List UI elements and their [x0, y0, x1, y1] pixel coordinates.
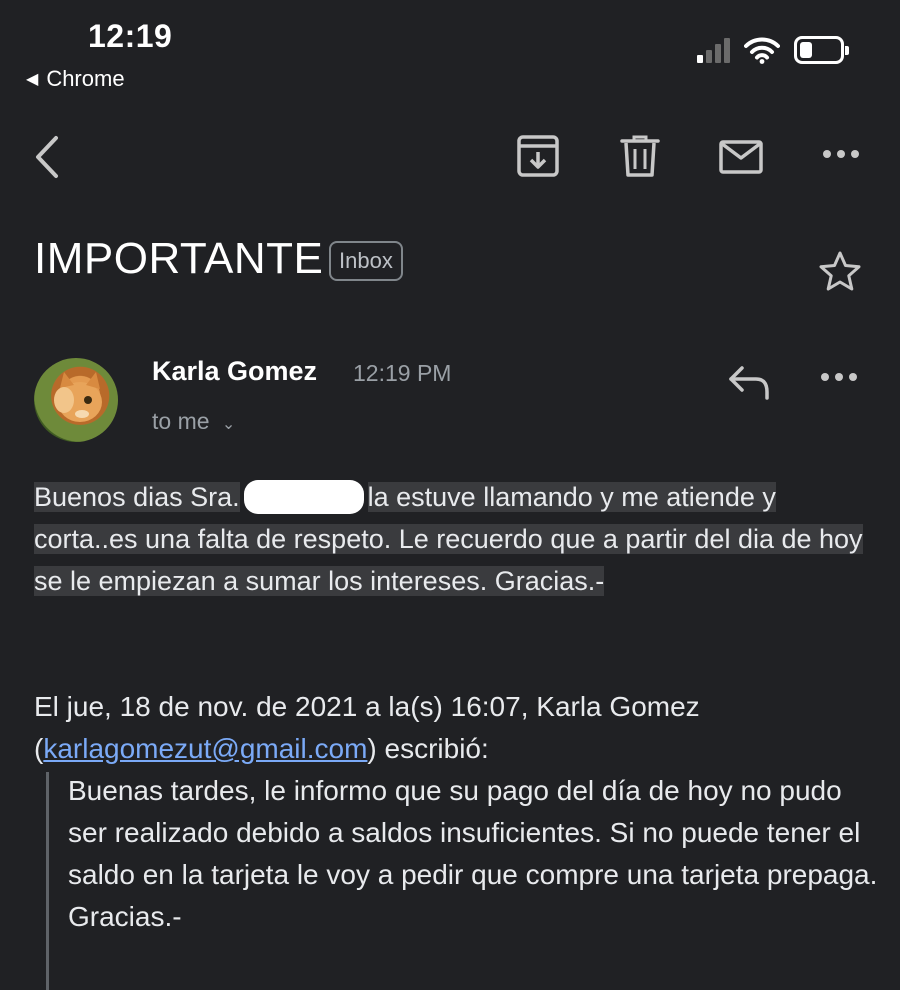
wifi-icon — [744, 37, 780, 64]
reply-button[interactable] — [726, 362, 772, 407]
battery-icon — [794, 36, 849, 64]
back-triangle-icon: ◀ — [26, 71, 39, 88]
trash-icon — [620, 135, 660, 177]
sender-name[interactable]: Karla Gomez — [152, 356, 317, 387]
mark-unread-button[interactable] — [718, 134, 764, 178]
reply-icon — [729, 366, 769, 400]
inbox-label-badge[interactable]: Inbox — [329, 241, 403, 281]
email-subject: IMPORTANTE — [34, 234, 324, 283]
back-to-app-link[interactable]: ◀ Chrome — [26, 66, 125, 92]
sender-avatar[interactable] — [34, 358, 118, 442]
status-indicators — [697, 36, 849, 64]
message-more-button[interactable] — [820, 370, 858, 388]
quote-header: El jue, 18 de nov. de 2021 a la(s) 16:07… — [34, 686, 874, 770]
email-body: Buenos dias Sra. la estuve llamando y me … — [34, 476, 874, 602]
quote-divider — [46, 772, 49, 990]
chevron-down-icon: ⌄ — [221, 416, 236, 433]
recipient-label: to me — [152, 408, 210, 434]
avatar-cat-image — [54, 372, 102, 422]
back-button[interactable] — [22, 132, 72, 182]
more-horizontal-icon — [823, 150, 859, 158]
more-options-button[interactable] — [822, 148, 860, 160]
chevron-left-icon — [36, 136, 58, 178]
delete-button[interactable] — [620, 134, 660, 178]
archive-icon — [517, 135, 559, 177]
more-horizontal-icon — [821, 373, 857, 381]
star-button[interactable] — [818, 250, 862, 297]
back-app-label: Chrome — [46, 66, 125, 91]
cellular-signal-icon — [697, 37, 730, 63]
email-time: 12:19 PM — [353, 360, 452, 386]
body-greeting: Buenos dias Sra. — [34, 482, 240, 512]
recipient-details-toggle[interactable]: to me ⌄ — [152, 408, 235, 435]
quoted-message: Buenas tardes, le informo que su pago de… — [68, 775, 878, 932]
redaction-mark — [243, 480, 364, 514]
quote-header-suffix: ) escribió: — [367, 733, 489, 764]
archive-button[interactable] — [516, 134, 560, 178]
email-screen: 12:19 ◀ Chrome IMPORTANTE Inbox Karla Go… — [0, 0, 900, 990]
sender-email-link[interactable]: karlagomezut@gmail.com — [43, 733, 367, 764]
star-icon — [819, 251, 861, 291]
mail-icon — [719, 140, 763, 174]
status-time: 12:19 — [88, 18, 173, 54]
